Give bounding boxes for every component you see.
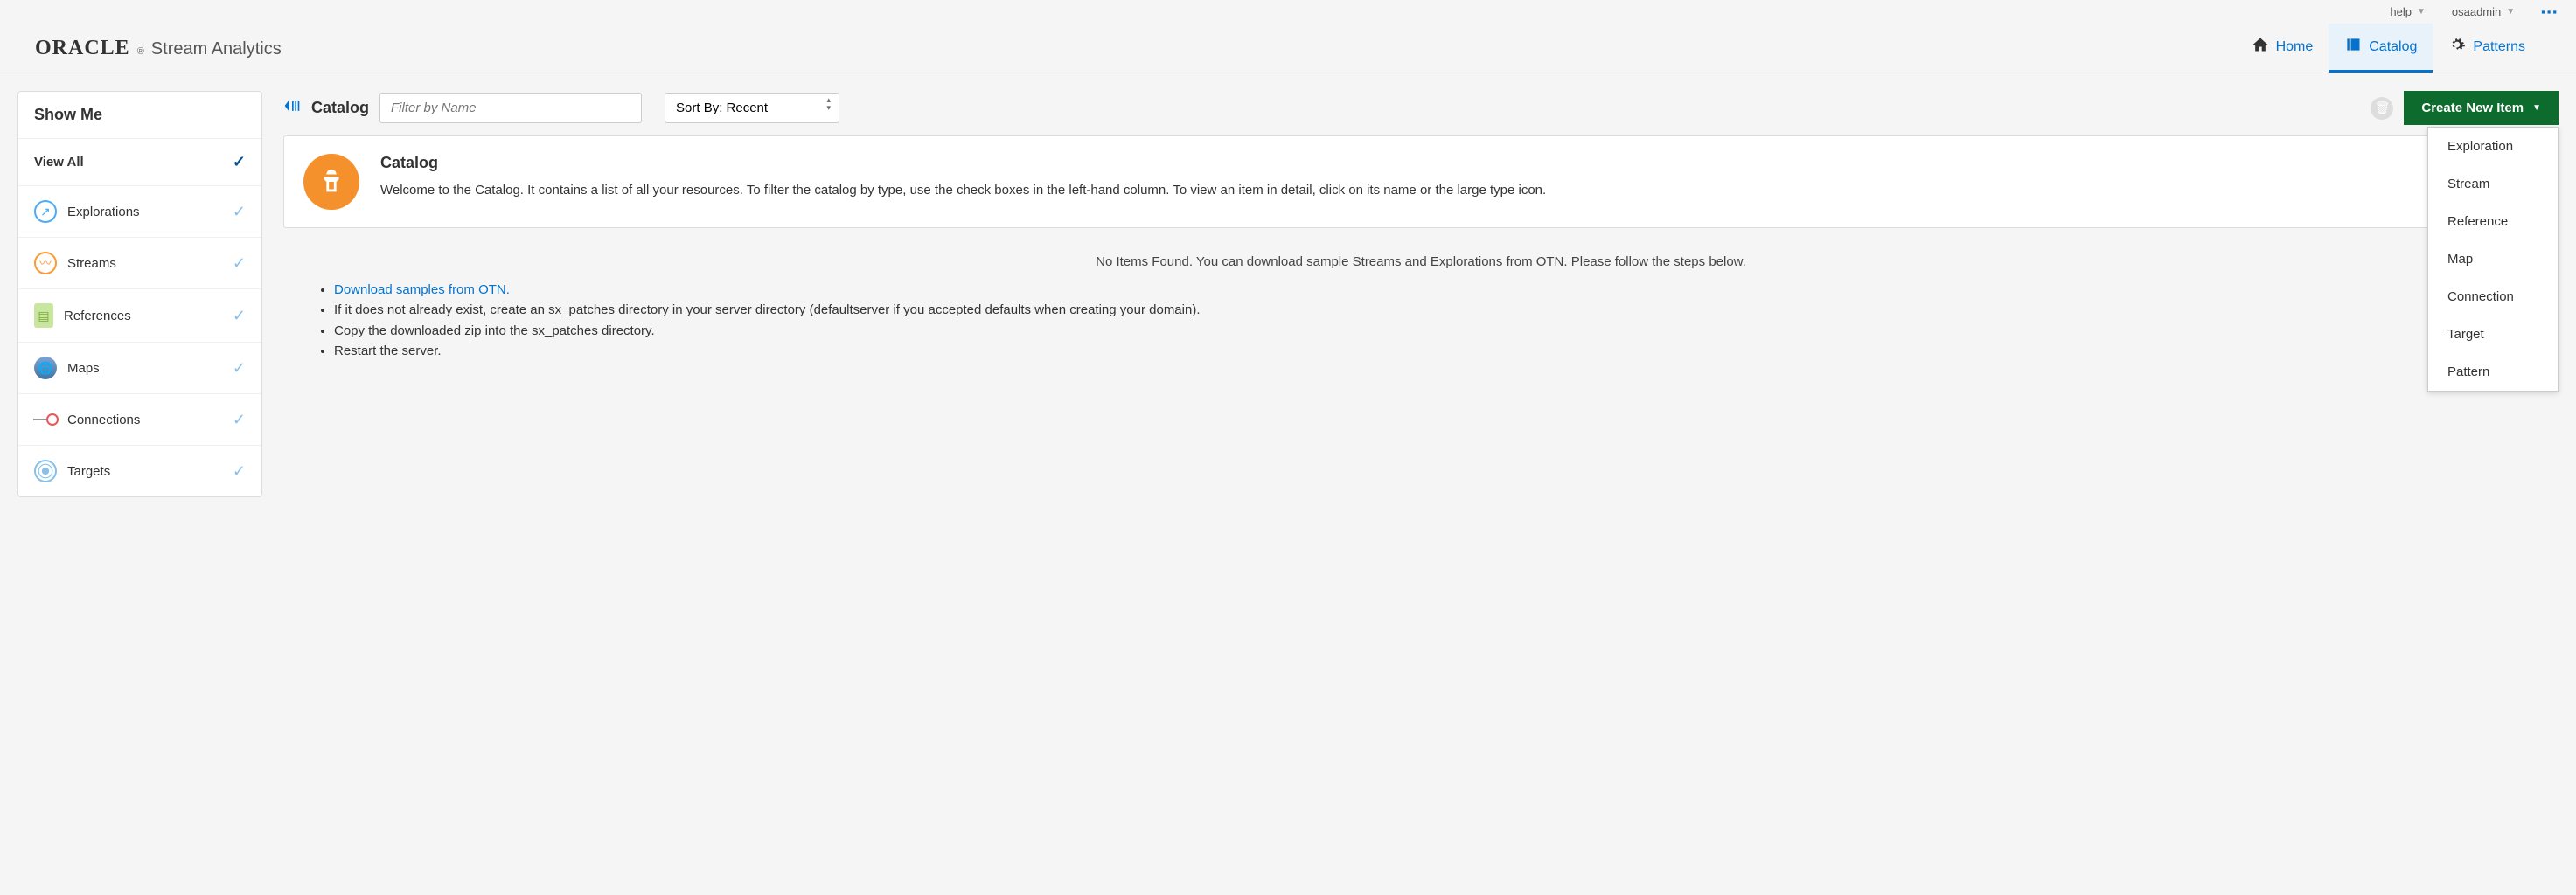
filter-label: View All	[34, 155, 84, 170]
list-item: Download samples from OTN.	[334, 280, 2559, 300]
create-pattern[interactable]: Pattern	[2428, 353, 2558, 391]
create-connection[interactable]: Connection	[2428, 278, 2558, 316]
download-samples-link[interactable]: Download samples from OTN.	[334, 282, 510, 297]
filter-targets[interactable]: Targets ✓	[18, 446, 261, 496]
toolbar: Catalog Sort By: Recent 🗑 Create New Ite…	[283, 91, 2559, 125]
check-icon: ✓	[233, 307, 246, 325]
nav-patterns-label: Patterns	[2473, 39, 2525, 55]
nav-patterns[interactable]: Patterns	[2433, 24, 2541, 73]
registered-mark: ®	[137, 46, 144, 57]
connection-icon	[34, 408, 57, 431]
caret-down-icon: ▼	[2417, 7, 2426, 17]
reference-icon: ▤	[34, 303, 53, 328]
catalog-icon	[2344, 36, 2362, 58]
help-label: help	[2390, 5, 2412, 18]
collapse-sidebar-icon[interactable]	[283, 97, 301, 120]
check-icon: ✓	[233, 411, 246, 429]
check-icon: ✓	[233, 254, 246, 273]
empty-steps: Download samples from OTN. If it does no…	[318, 280, 2559, 361]
create-new-dropdown: Exploration Stream Reference Map Connect…	[2427, 127, 2559, 392]
user-menu[interactable]: osaadmin ▼	[2452, 5, 2515, 18]
target-icon	[34, 460, 57, 482]
filter-maps[interactable]: 🌐 Maps ✓	[18, 343, 261, 394]
map-icon: 🌐	[34, 357, 57, 379]
nav-catalog-label: Catalog	[2369, 39, 2417, 55]
check-icon: ✓	[233, 203, 246, 221]
main-nav: Home Catalog Patterns	[2236, 24, 2541, 73]
filter-streams[interactable]: 〰 Streams ✓	[18, 238, 261, 289]
main-layout: Show Me View All ✓ ↗ Explorations ✓ 〰 St…	[0, 73, 2576, 515]
check-icon: ✓	[233, 359, 246, 378]
catalog-welcome-icon	[303, 154, 359, 210]
brand-subtitle: Stream Analytics	[151, 39, 282, 59]
sort-select[interactable]: Sort By: Recent	[665, 93, 839, 123]
help-menu[interactable]: help ▼	[2390, 5, 2425, 18]
filter-label: Targets	[67, 464, 110, 479]
create-map[interactable]: Map	[2428, 240, 2558, 278]
exploration-icon: ↗	[34, 200, 57, 223]
brand: ORACLE ® Stream Analytics	[35, 37, 282, 73]
filter-explorations[interactable]: ↗ Explorations ✓	[18, 186, 261, 238]
top-bar: help ▼ osaadmin ▼ ▪▪▪	[0, 0, 2576, 24]
header: ORACLE ® Stream Analytics Home Catalog Pa…	[0, 24, 2576, 73]
nav-home-label: Home	[2276, 39, 2314, 55]
create-new-button[interactable]: Create New Item ▼	[2404, 91, 2559, 125]
create-target[interactable]: Target	[2428, 316, 2558, 353]
empty-heading: No Items Found. You can download sample …	[283, 254, 2559, 269]
create-new-label: Create New Item	[2421, 101, 2524, 115]
create-new-wrap: Create New Item ▼ Exploration Stream Ref…	[2404, 91, 2559, 125]
filter-view-all[interactable]: View All ✓	[18, 139, 261, 186]
check-icon: ✓	[233, 462, 246, 481]
brand-logo: ORACLE	[35, 37, 130, 60]
filter-connections[interactable]: Connections ✓	[18, 394, 261, 446]
info-text: Welcome to the Catalog. It contains a li…	[380, 181, 2538, 199]
caret-down-icon: ▼	[2506, 7, 2515, 17]
app-switcher-icon[interactable]: ▪▪▪	[2541, 5, 2559, 18]
nav-home[interactable]: Home	[2236, 24, 2329, 73]
home-icon	[2252, 36, 2269, 58]
create-stream[interactable]: Stream	[2428, 165, 2558, 203]
stream-icon: 〰	[34, 252, 57, 274]
filter-label: Maps	[67, 361, 100, 376]
filter-references[interactable]: ▤ References ✓	[18, 289, 261, 343]
trash-icon[interactable]: 🗑	[2371, 97, 2393, 120]
list-item: Restart the server.	[334, 341, 2559, 361]
list-item: If it does not already exist, create an …	[334, 300, 2559, 320]
check-icon: ✓	[233, 153, 246, 171]
caret-down-icon: ▼	[2532, 103, 2541, 113]
user-label: osaadmin	[2452, 5, 2501, 18]
filter-input[interactable]	[379, 93, 642, 123]
filter-label: Streams	[67, 256, 116, 271]
sidebar-title: Show Me	[18, 92, 261, 139]
info-title: Catalog	[380, 154, 2538, 172]
filter-label: Connections	[67, 413, 140, 427]
create-exploration[interactable]: Exploration	[2428, 128, 2558, 165]
filter-list: View All ✓ ↗ Explorations ✓ 〰 Streams ✓	[18, 139, 261, 496]
info-card: Catalog Welcome to the Catalog. It conta…	[283, 135, 2559, 228]
filter-label: Explorations	[67, 205, 140, 219]
filter-label: References	[64, 309, 131, 323]
content: Catalog Sort By: Recent 🗑 Create New Ite…	[283, 91, 2559, 361]
list-item: Copy the downloaded zip into the sx_patc…	[334, 321, 2559, 341]
create-reference[interactable]: Reference	[2428, 203, 2558, 240]
page-title: Catalog	[311, 99, 369, 117]
sidebar: Show Me View All ✓ ↗ Explorations ✓ 〰 St…	[17, 91, 262, 497]
nav-catalog[interactable]: Catalog	[2329, 24, 2433, 73]
gear-icon	[2448, 36, 2466, 58]
